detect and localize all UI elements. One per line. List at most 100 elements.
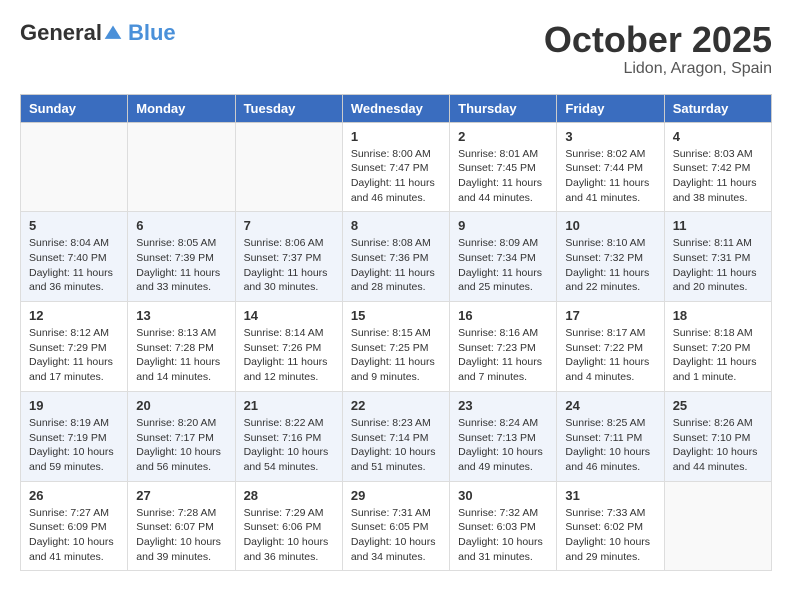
calendar-week-row: 19Sunrise: 8:19 AMSunset: 7:19 PMDayligh… [21, 391, 772, 481]
daylight-text: Daylight: 10 hours and 46 minutes. [565, 445, 655, 474]
day-number: 16 [458, 308, 548, 323]
calendar-day-cell: 27Sunrise: 7:28 AMSunset: 6:07 PMDayligh… [128, 481, 235, 571]
sunrise-text: Sunrise: 7:31 AM [351, 506, 441, 521]
daylight-text: Daylight: 10 hours and 56 minutes. [136, 445, 226, 474]
day-number: 30 [458, 488, 548, 503]
daylight-text: Daylight: 10 hours and 59 minutes. [29, 445, 119, 474]
calendar-day-cell: 8Sunrise: 8:08 AMSunset: 7:36 PMDaylight… [342, 212, 449, 302]
sunrise-text: Sunrise: 7:29 AM [244, 506, 334, 521]
daylight-text: Daylight: 10 hours and 34 minutes. [351, 535, 441, 564]
sunset-text: Sunset: 7:39 PM [136, 251, 226, 266]
calendar-day-cell: 9Sunrise: 8:09 AMSunset: 7:34 PMDaylight… [450, 212, 557, 302]
daylight-text: Daylight: 11 hours and 22 minutes. [565, 266, 655, 295]
sunset-text: Sunset: 6:07 PM [136, 520, 226, 535]
day-info: Sunrise: 8:26 AMSunset: 7:10 PMDaylight:… [673, 416, 763, 475]
logo-icon [103, 23, 123, 43]
calendar-day-cell: 22Sunrise: 8:23 AMSunset: 7:14 PMDayligh… [342, 391, 449, 481]
sunset-text: Sunset: 7:40 PM [29, 251, 119, 266]
calendar-day-cell: 16 Sunrise: 8:16 AMSunset: 7:23 PMDayligh… [450, 302, 557, 392]
day-info: Sunrise: 8:24 AMSunset: 7:13 PMDaylight:… [458, 416, 548, 475]
day-number: 31 [565, 488, 655, 503]
day-number: 17 [565, 308, 655, 323]
sunrise-text: Sunrise: 7:27 AM [29, 506, 119, 521]
sunset-text: Sunset: 7:17 PM [136, 431, 226, 446]
daylight-text: Daylight: 11 hours and 38 minutes. [673, 176, 763, 205]
daylight-text: Daylight: 10 hours and 54 minutes. [244, 445, 334, 474]
daylight-text: Daylight: 11 hours and 28 minutes. [351, 266, 441, 295]
calendar-day-cell: 14Sunrise: 8:14 AMSunset: 7:26 PMDayligh… [235, 302, 342, 392]
sunrise-text: Sunrise: 8:23 AM [351, 416, 441, 431]
daylight-text: Daylight: 10 hours and 31 minutes. [458, 535, 548, 564]
sunset-text: Sunset: 7:16 PM [244, 431, 334, 446]
daylight-text: Daylight: 11 hours and 20 minutes. [673, 266, 763, 295]
sunrise-text: Sunrise: 8:16 AM [458, 326, 548, 341]
sunrise-text: Sunrise: 8:14 AM [244, 326, 334, 341]
sunset-text: Sunset: 7:42 PM [673, 161, 763, 176]
calendar-location: Lidon, Aragon, Spain [544, 60, 772, 78]
sunset-text: Sunset: 7:26 PM [244, 341, 334, 356]
day-info: Sunrise: 8:22 AMSunset: 7:16 PMDaylight:… [244, 416, 334, 475]
sunset-text: Sunset: 6:06 PM [244, 520, 334, 535]
sunset-text: Sunset: 6:09 PM [29, 520, 119, 535]
calendar-day-cell: 29Sunrise: 7:31 AMSunset: 6:05 PMDayligh… [342, 481, 449, 571]
day-info: Sunrise: 8:10 AMSunset: 7:32 PMDaylight:… [565, 236, 655, 295]
calendar-day-cell: 30Sunrise: 7:32 AMSunset: 6:03 PMDayligh… [450, 481, 557, 571]
daylight-text: Daylight: 11 hours and 14 minutes. [136, 355, 226, 384]
day-info: Sunrise: 8:11 AMSunset: 7:31 PMDaylight:… [673, 236, 763, 295]
sunrise-text: Sunrise: 8:24 AM [458, 416, 548, 431]
weekday-header-saturday: Saturday [664, 94, 771, 122]
daylight-text: Daylight: 11 hours and 17 minutes. [29, 355, 119, 384]
day-info: Sunrise: 8:05 AMSunset: 7:39 PMDaylight:… [136, 236, 226, 295]
daylight-text: Daylight: 11 hours and 44 minutes. [458, 176, 548, 205]
day-number: 28 [244, 488, 334, 503]
weekday-header-monday: Monday [128, 94, 235, 122]
day-info: Sunrise: 8:14 AMSunset: 7:26 PMDaylight:… [244, 326, 334, 385]
calendar-day-cell: 23Sunrise: 8:24 AMSunset: 7:13 PMDayligh… [450, 391, 557, 481]
calendar-day-cell: 6Sunrise: 8:05 AMSunset: 7:39 PMDaylight… [128, 212, 235, 302]
day-info: Sunrise: 8:19 AMSunset: 7:19 PMDaylight:… [29, 416, 119, 475]
calendar-week-row: 12Sunrise: 8:12 AMSunset: 7:29 PMDayligh… [21, 302, 772, 392]
logo: General Blue [20, 20, 176, 46]
day-info: Sunrise: 7:28 AMSunset: 6:07 PMDaylight:… [136, 506, 226, 565]
sunrise-text: Sunrise: 8:06 AM [244, 236, 334, 251]
calendar-week-row: 26Sunrise: 7:27 AMSunset: 6:09 PMDayligh… [21, 481, 772, 571]
sunrise-text: Sunrise: 8:12 AM [29, 326, 119, 341]
day-number: 10 [565, 218, 655, 233]
sunset-text: Sunset: 6:03 PM [458, 520, 548, 535]
day-info: Sunrise: 7:27 AMSunset: 6:09 PMDaylight:… [29, 506, 119, 565]
day-info: Sunrise: 8:06 AMSunset: 7:37 PMDaylight:… [244, 236, 334, 295]
sunset-text: Sunset: 7:32 PM [565, 251, 655, 266]
weekday-header-thursday: Thursday [450, 94, 557, 122]
sunset-text: Sunset: 7:13 PM [458, 431, 548, 446]
sunrise-text: Sunrise: 7:28 AM [136, 506, 226, 521]
daylight-text: Daylight: 10 hours and 51 minutes. [351, 445, 441, 474]
day-info: Sunrise: 7:33 AMSunset: 6:02 PMDaylight:… [565, 506, 655, 565]
weekday-header-friday: Friday [557, 94, 664, 122]
day-info: Sunrise: 8:17 AMSunset: 7:22 PMDaylight:… [565, 326, 655, 385]
daylight-text: Daylight: 11 hours and 9 minutes. [351, 355, 441, 384]
day-number: 22 [351, 398, 441, 413]
calendar-day-cell [235, 122, 342, 212]
day-number: 1 [351, 129, 441, 144]
sunrise-text: Sunrise: 8:25 AM [565, 416, 655, 431]
daylight-text: Daylight: 11 hours and 1 minute. [673, 355, 763, 384]
day-number: 2 [458, 129, 548, 144]
calendar-day-cell: 15Sunrise: 8:15 AMSunset: 7:25 PMDayligh… [342, 302, 449, 392]
calendar-title: October 2025 [544, 20, 772, 60]
weekday-header-tuesday: Tuesday [235, 94, 342, 122]
daylight-text: Daylight: 11 hours and 33 minutes. [136, 266, 226, 295]
sunset-text: Sunset: 7:34 PM [458, 251, 548, 266]
calendar-day-cell: 3Sunrise: 8:02 AMSunset: 7:44 PMDaylight… [557, 122, 664, 212]
calendar-day-cell: 20Sunrise: 8:20 AMSunset: 7:17 PMDayligh… [128, 391, 235, 481]
sunrise-text: Sunrise: 8:18 AM [673, 326, 763, 341]
calendar-week-row: 5Sunrise: 8:04 AMSunset: 7:40 PMDaylight… [21, 212, 772, 302]
daylight-text: Daylight: 11 hours and 41 minutes. [565, 176, 655, 205]
day-info: Sunrise: 8:16 AMSunset: 7:23 PMDaylight:… [458, 326, 548, 385]
sunrise-text: Sunrise: 8:04 AM [29, 236, 119, 251]
sunset-text: Sunset: 7:45 PM [458, 161, 548, 176]
sunset-text: Sunset: 6:02 PM [565, 520, 655, 535]
day-info: Sunrise: 8:20 AMSunset: 7:17 PMDaylight:… [136, 416, 226, 475]
daylight-text: Daylight: 10 hours and 29 minutes. [565, 535, 655, 564]
day-info: Sunrise: 8:15 AMSunset: 7:25 PMDaylight:… [351, 326, 441, 385]
day-number: 4 [673, 129, 763, 144]
